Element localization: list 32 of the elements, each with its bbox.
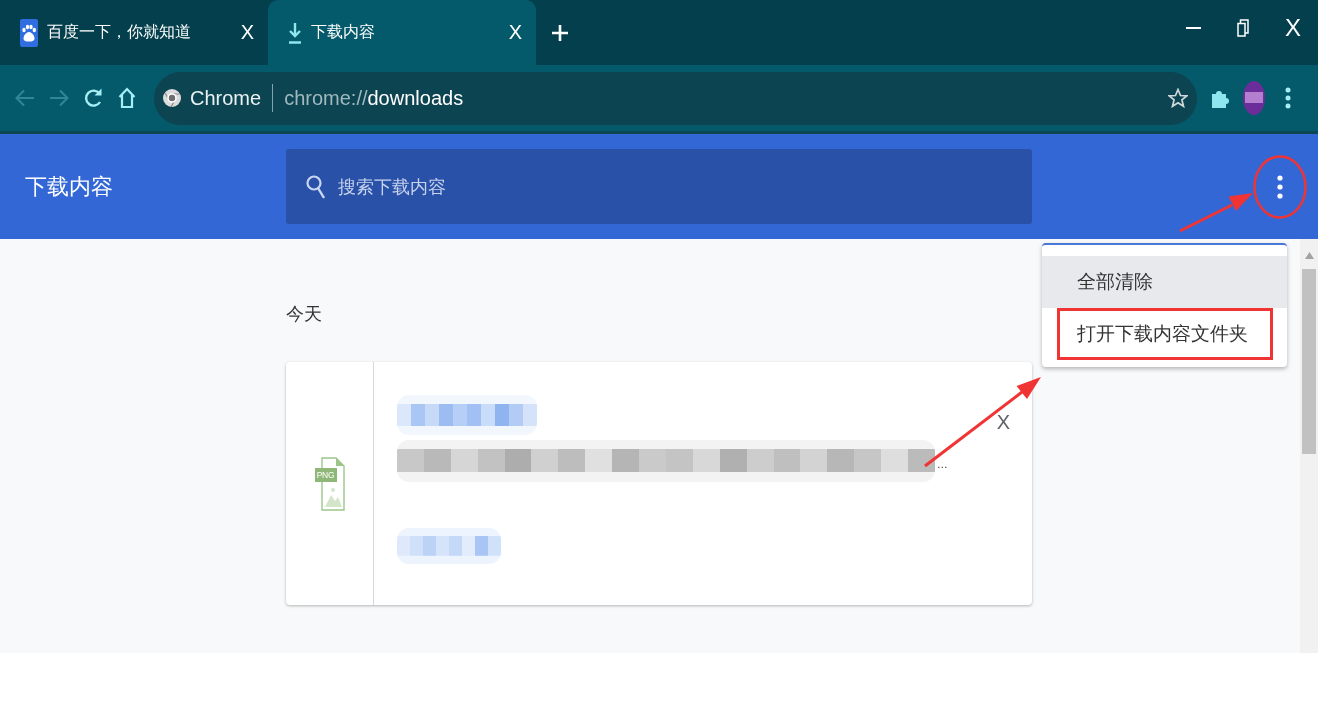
tab[interactable]: 下载内容 X [268,0,536,65]
paw-icon [20,18,38,47]
scrollbar[interactable] [1300,239,1318,653]
star-icon[interactable] [1168,88,1188,108]
page-title: 下载内容 [24,172,114,201]
url-text: chrome://downloads [284,86,464,110]
scrollbar-thumb[interactable] [1302,269,1316,454]
ellipsis-text: ... [937,458,948,472]
reload-icon[interactable] [84,87,102,109]
tab-close-button[interactable]: X [502,19,528,46]
more-icon[interactable] [1277,174,1283,199]
more-icon[interactable] [1285,87,1291,109]
download-icon [288,21,302,44]
search-field[interactable]: 搜索下载内容 [286,149,1032,224]
minimize-icon[interactable] [1185,27,1201,29]
file-type-label: PNG [315,468,336,482]
close-button[interactable]: X [1268,0,1318,56]
image-file-icon [314,456,345,511]
search-icon [306,175,325,199]
restore-icon[interactable] [1237,19,1249,37]
home-icon[interactable] [118,87,136,109]
tab-close-button[interactable]: X [234,19,260,46]
menu-item[interactable]: 全部清除 [1042,256,1287,308]
menu-item[interactable]: 打开下载内容文件夹 [1042,308,1287,360]
plus-icon[interactable] [552,24,568,41]
address-bar[interactable]: Chrome chrome://downloads [154,71,1197,125]
browser-logo-icon [163,89,181,107]
avatar-icon[interactable] [1243,81,1265,115]
site-chip-label: Chrome [190,86,262,110]
remove-button[interactable]: X [994,412,1012,432]
tab[interactable]: 百度一下，你就知道 X [0,0,268,65]
date-heading: 今天 [286,302,323,326]
